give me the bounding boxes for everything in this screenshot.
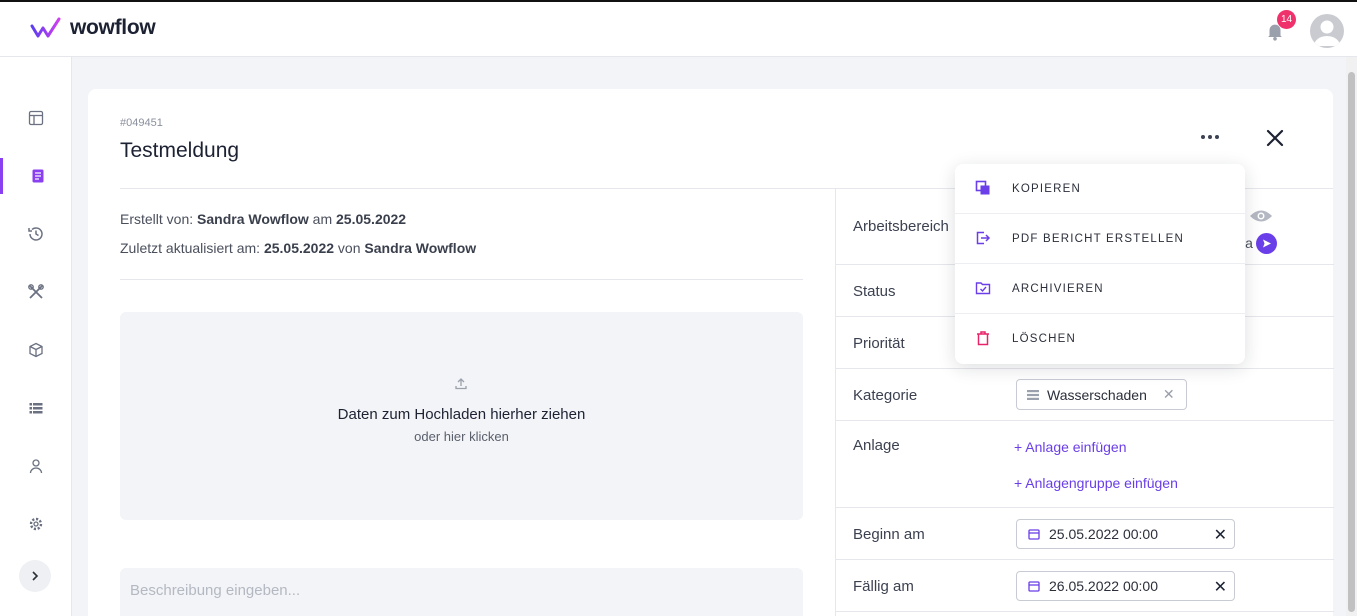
tickets-icon — [32, 169, 43, 183]
trash-icon — [977, 331, 989, 346]
kategorie-label: Kategorie — [853, 387, 918, 404]
row-divider — [836, 507, 1334, 508]
copy-icon — [975, 180, 990, 195]
upload-icon — [455, 378, 467, 390]
export-icon — [976, 231, 991, 245]
clear-date-icon[interactable]: ✕ — [1214, 525, 1227, 545]
sidebar-item-dashboard[interactable] — [0, 100, 72, 136]
close-icon[interactable] — [1263, 126, 1287, 150]
sidebar-item-list[interactable] — [0, 390, 72, 426]
row-divider — [836, 420, 1334, 421]
add-anlage-link[interactable]: + Anlage einfügen — [1014, 439, 1127, 455]
page-title: Testmeldung — [120, 139, 240, 162]
calendar-icon — [1028, 581, 1040, 592]
description-input[interactable]: Beschreibung eingeben... — [120, 568, 803, 616]
sidebar-expand-button[interactable] — [19, 560, 51, 592]
chevron-right-icon — [32, 571, 39, 581]
menu-item-copy[interactable]: KOPIEREN — [955, 164, 1245, 214]
upload-title: Daten zum Hochladen hierher ziehen — [337, 406, 586, 423]
sidebar-item-history[interactable] — [0, 216, 72, 252]
prioritaet-label: Priorität — [853, 335, 905, 352]
start-date-field[interactable]: 25.05.2022 00:00 ✕ — [1016, 519, 1235, 549]
divider — [120, 279, 803, 280]
sidebar-item-settings[interactable] — [0, 506, 72, 542]
list-icon — [1027, 389, 1039, 400]
anlage-label: Anlage — [853, 437, 900, 454]
menu-item-delete[interactable]: LÖSCHEN — [955, 314, 1245, 364]
settings-icon — [29, 517, 43, 531]
category-tag[interactable]: Wasserschaden ✕ — [1016, 379, 1187, 410]
box-icon — [29, 342, 43, 358]
notification-badge: 14 — [1277, 10, 1296, 29]
start-date-value: 25.05.2022 00:00 — [1049, 526, 1158, 542]
sidebar-item-tickets[interactable] — [0, 158, 72, 194]
row-divider — [836, 368, 1334, 369]
avatar[interactable] — [1310, 14, 1344, 48]
beginn-label: Beginn am — [853, 526, 925, 543]
menu-item-pdf-report[interactable]: PDF BERICHT ERSTELLEN — [955, 214, 1245, 264]
add-anlagengruppe-link[interactable]: + Anlagengruppe einfügen — [1014, 475, 1178, 491]
category-value: Wasserschaden — [1047, 386, 1147, 403]
sidebar-item-assets[interactable] — [0, 332, 72, 368]
send-icon[interactable] — [1256, 233, 1277, 254]
row-divider — [836, 611, 1334, 612]
more-options-button[interactable] — [1196, 127, 1224, 147]
menu-item-archive[interactable]: ARCHIVIEREN — [955, 264, 1245, 314]
actions-menu: KOPIEREN PDF BERICHT ERSTELLEN ARCHIVIER… — [955, 164, 1245, 364]
dashboard-icon — [28, 110, 44, 126]
top-bar: wowflow 14 — [0, 0, 1357, 57]
calendar-icon — [1028, 529, 1040, 540]
archive-icon — [975, 282, 991, 295]
updated-info: Zuletzt aktualisiert am: 25.05.2022 von … — [120, 240, 477, 256]
sidebar-item-tools[interactable] — [0, 274, 72, 310]
status-label: Status — [853, 283, 896, 300]
due-date-field[interactable]: 26.05.2022 00:00 ✕ — [1016, 571, 1235, 601]
upload-subtitle: oder hier klicken — [414, 429, 509, 444]
menu-item-label: KOPIEREN — [1012, 183, 1082, 195]
remove-tag-icon[interactable]: ✕ — [1163, 386, 1175, 403]
logo[interactable]: wowflow — [30, 16, 156, 40]
logo-text: wowflow — [70, 16, 156, 39]
logo-icon — [30, 17, 61, 38]
scrollbar-thumb[interactable] — [1348, 72, 1355, 612]
menu-item-label: ARCHIVIEREN — [1012, 283, 1104, 295]
faellig-label: Fällig am — [853, 578, 914, 595]
tools-icon — [28, 284, 44, 299]
created-info: Erstellt von: Sandra Wowflow am 25.05.20… — [120, 211, 407, 227]
row-divider — [836, 559, 1334, 560]
arbeitsbereich-label: Arbeitsbereich — [853, 218, 949, 235]
menu-item-label: LÖSCHEN — [1012, 333, 1076, 345]
user-icon — [29, 459, 43, 474]
clear-date-icon[interactable]: ✕ — [1214, 577, 1227, 597]
page-scrollbar[interactable] — [1346, 57, 1357, 616]
history-icon — [28, 227, 43, 241]
menu-item-label: PDF BERICHT ERSTELLEN — [1012, 233, 1184, 245]
due-date-value: 26.05.2022 00:00 — [1049, 578, 1158, 594]
upload-dropzone[interactable]: Daten zum Hochladen hierher ziehen oder … — [120, 312, 803, 520]
list-icon — [29, 403, 43, 414]
sidebar-item-users[interactable] — [0, 448, 72, 484]
more-icon — [1201, 135, 1205, 139]
eye-icon[interactable] — [1249, 208, 1273, 224]
sidebar — [0, 57, 72, 616]
ticket-id: #049451 — [120, 117, 163, 129]
